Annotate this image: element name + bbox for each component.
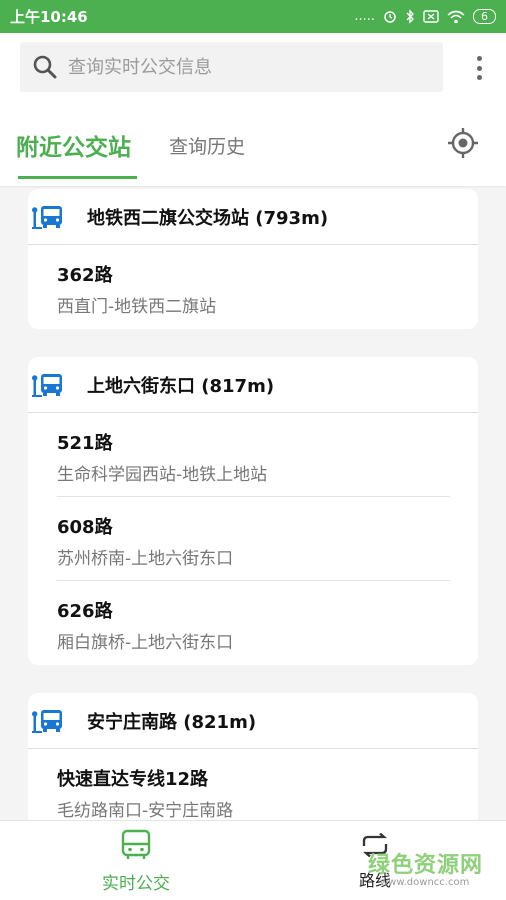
route-name: 521路 xyxy=(57,433,113,454)
status-time: 上午10:46 xyxy=(10,8,88,26)
status-icons: ..... 6 xyxy=(354,9,496,24)
gps-locate-icon[interactable] xyxy=(446,126,480,160)
station-name: 地铁西二旗公交场站 (793m) xyxy=(87,207,329,229)
route-name: 362路 xyxy=(57,265,113,286)
bus-icon xyxy=(121,829,151,859)
route-item[interactable]: 521路 生命科学园西站-地铁上地站 xyxy=(28,413,478,497)
route-item[interactable]: 626路 厢白旗桥-上地六街东口 xyxy=(28,581,478,665)
alarm-icon xyxy=(384,10,396,23)
station-card: 地铁西二旗公交场站 (793m) 362路 西直门-地铁西二旗站 xyxy=(28,189,478,329)
route-direction: 毛纺路南口-安宁庄南路 xyxy=(57,801,234,820)
search-icon xyxy=(33,55,57,79)
station-card: 上地六街东口 (817m) 521路 生命科学园西站-地铁上地站 608路 苏州… xyxy=(28,357,478,665)
nav-realtime-label: 实时公交 xyxy=(102,874,170,894)
route-name: 626路 xyxy=(57,601,113,622)
search-input[interactable] xyxy=(68,56,408,78)
watermark-url: www.downcc.com xyxy=(380,877,470,888)
watermark-logo: 绿色资源网 xyxy=(368,853,484,878)
more-vert-icon[interactable] xyxy=(474,56,484,80)
station-list: 地铁西二旗公交场站 (793m) 362路 西直门-地铁西二旗站 上地六街东口 … xyxy=(0,186,506,820)
bluetooth-icon xyxy=(406,9,414,24)
station-header[interactable]: 地铁西二旗公交场站 (793m) xyxy=(28,189,478,245)
route-direction: 生命科学园西站-地铁上地站 xyxy=(57,465,268,485)
bus-stop-icon xyxy=(32,709,62,733)
route-direction: 厢白旗桥-上地六街东口 xyxy=(57,633,234,653)
search-box[interactable] xyxy=(20,42,443,92)
route-direction: 西直门-地铁西二旗站 xyxy=(57,297,217,317)
top-bar xyxy=(0,33,506,100)
route-item[interactable]: 快速直达专线12路 毛纺路南口-安宁庄南路 xyxy=(28,749,478,820)
bus-stop-icon xyxy=(32,373,62,397)
nav-realtime-bus[interactable]: 实时公交 xyxy=(96,829,176,894)
route-item[interactable]: 362路 西直门-地铁西二旗站 xyxy=(28,245,478,329)
route-name: 快速直达专线12路 xyxy=(57,769,209,790)
station-header[interactable]: 安宁庄南路 (821m) xyxy=(28,693,478,749)
tab-query-history[interactable]: 查询历史 xyxy=(169,132,245,159)
wifi-icon xyxy=(447,10,465,23)
tabs-bar: 附近公交站 查询历史 xyxy=(0,100,506,186)
station-name: 上地六街东口 (817m) xyxy=(87,375,275,397)
bottom-nav: 实时公交 路线 绿色资源网 www.downcc.com xyxy=(0,820,506,900)
bus-stop-icon xyxy=(32,205,62,229)
tab-indicator xyxy=(18,176,137,179)
station-header[interactable]: 上地六街东口 (817m) xyxy=(28,357,478,413)
sim-off-icon xyxy=(423,10,439,23)
station-name: 安宁庄南路 (821m) xyxy=(87,711,257,733)
signal-dots: ..... xyxy=(354,9,375,24)
battery-icon: 6 xyxy=(473,9,496,24)
route-item[interactable]: 608路 苏州桥南-上地六街东口 xyxy=(28,497,478,581)
route-direction: 苏州桥南-上地六街东口 xyxy=(57,549,234,569)
station-card: 安宁庄南路 (821m) 快速直达专线12路 毛纺路南口-安宁庄南路 xyxy=(28,693,478,820)
status-bar: 上午10:46 ..... 6 xyxy=(0,0,506,33)
route-name: 608路 xyxy=(57,517,113,538)
tab-nearby-stations[interactable]: 附近公交站 xyxy=(16,128,131,162)
